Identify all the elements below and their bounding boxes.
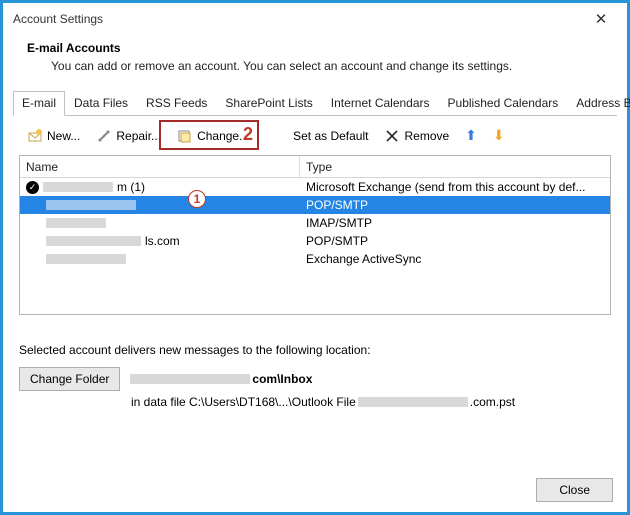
- row-type: Microsoft Exchange (send from this accou…: [300, 180, 610, 194]
- remove-button[interactable]: Remove: [378, 125, 455, 147]
- repair-label: Repair...: [116, 129, 161, 143]
- new-button[interactable]: New...: [21, 125, 86, 147]
- default-check-icon: ✓: [26, 181, 39, 194]
- location-section: Selected account delivers new messages t…: [19, 343, 611, 409]
- tab-published-calendars[interactable]: Published Calendars: [439, 91, 568, 116]
- arrow-down-icon: ⬇: [493, 127, 505, 144]
- change-button[interactable]: Change...: [171, 125, 255, 147]
- close-window-button[interactable]: ✕: [583, 7, 619, 31]
- tabs-bar: E-mail Data Files RSS Feeds SharePoint L…: [13, 91, 617, 116]
- redacted-path: [130, 374, 250, 384]
- move-down-button[interactable]: ⬇: [487, 124, 511, 147]
- titlebar: Account Settings ✕: [3, 3, 627, 35]
- header-title: E-mail Accounts: [27, 41, 603, 55]
- account-row[interactable]: ✓ m (1) Microsoft Exchange (send from th…: [20, 178, 610, 196]
- row-type: POP/SMTP: [300, 198, 610, 212]
- footer: Close: [536, 478, 613, 502]
- close-button[interactable]: Close: [536, 478, 613, 502]
- accounts-list: Name Type ✓ m (1) Microsoft Exchange (se…: [19, 155, 611, 315]
- redacted-name: [46, 254, 126, 264]
- location-path-suffix: com\Inbox: [252, 372, 312, 386]
- redacted-name: [46, 200, 136, 210]
- repair-button[interactable]: Repair...: [90, 125, 167, 147]
- list-header: Name Type: [20, 156, 610, 178]
- location-file-suffix: .com.pst: [470, 395, 515, 409]
- account-row[interactable]: Exchange ActiveSync: [20, 250, 610, 268]
- tab-sharepoint[interactable]: SharePoint Lists: [216, 91, 321, 116]
- set-default-button[interactable]: Set as Default: [287, 126, 374, 146]
- row-type: Exchange ActiveSync: [300, 252, 610, 266]
- move-up-button[interactable]: ⬆: [459, 124, 483, 147]
- tab-address-books[interactable]: Address Books: [567, 91, 630, 116]
- new-icon: [27, 128, 43, 144]
- redacted-file: [358, 397, 468, 407]
- account-row[interactable]: ls.com POP/SMTP: [20, 232, 610, 250]
- arrow-up-icon: ⬆: [465, 127, 477, 144]
- set-default-label: Set as Default: [293, 129, 368, 143]
- remove-label: Remove: [404, 129, 449, 143]
- close-icon: ✕: [595, 10, 608, 28]
- location-file-prefix: in data file C:\Users\DT168\...\Outlook …: [131, 395, 356, 409]
- redacted-name: [46, 218, 106, 228]
- col-header-name[interactable]: Name: [20, 156, 300, 177]
- header-section: E-mail Accounts You can add or remove an…: [3, 35, 627, 91]
- redacted-name: [43, 182, 113, 192]
- col-header-type[interactable]: Type: [300, 156, 610, 177]
- row-name-suffix: ls.com: [145, 234, 180, 248]
- toolbar: New... Repair... Change... 2 Set as Defa…: [3, 116, 627, 155]
- repair-icon: [96, 128, 112, 144]
- change-label: Change...: [197, 129, 249, 143]
- tab-email[interactable]: E-mail: [13, 91, 65, 116]
- row-name-suffix: m (1): [117, 180, 145, 194]
- tab-rss[interactable]: RSS Feeds: [137, 91, 216, 116]
- window-title: Account Settings: [13, 12, 583, 26]
- location-intro: Selected account delivers new messages t…: [19, 343, 611, 357]
- remove-icon: [384, 128, 400, 144]
- account-settings-window: Account Settings ✕ E-mail Accounts You c…: [0, 0, 630, 515]
- redacted-name: [46, 236, 141, 246]
- new-label: New...: [47, 129, 80, 143]
- row-type: IMAP/SMTP: [300, 216, 610, 230]
- change-folder-button[interactable]: Change Folder: [19, 367, 120, 391]
- callout-1: 1: [188, 190, 206, 208]
- row-type: POP/SMTP: [300, 234, 610, 248]
- change-icon: [177, 128, 193, 144]
- account-row-selected[interactable]: POP/SMTP: [20, 196, 610, 214]
- header-subtitle: You can add or remove an account. You ca…: [51, 59, 603, 73]
- tab-internet-calendars[interactable]: Internet Calendars: [322, 91, 439, 116]
- account-row[interactable]: IMAP/SMTP: [20, 214, 610, 232]
- tab-datafiles[interactable]: Data Files: [65, 91, 137, 116]
